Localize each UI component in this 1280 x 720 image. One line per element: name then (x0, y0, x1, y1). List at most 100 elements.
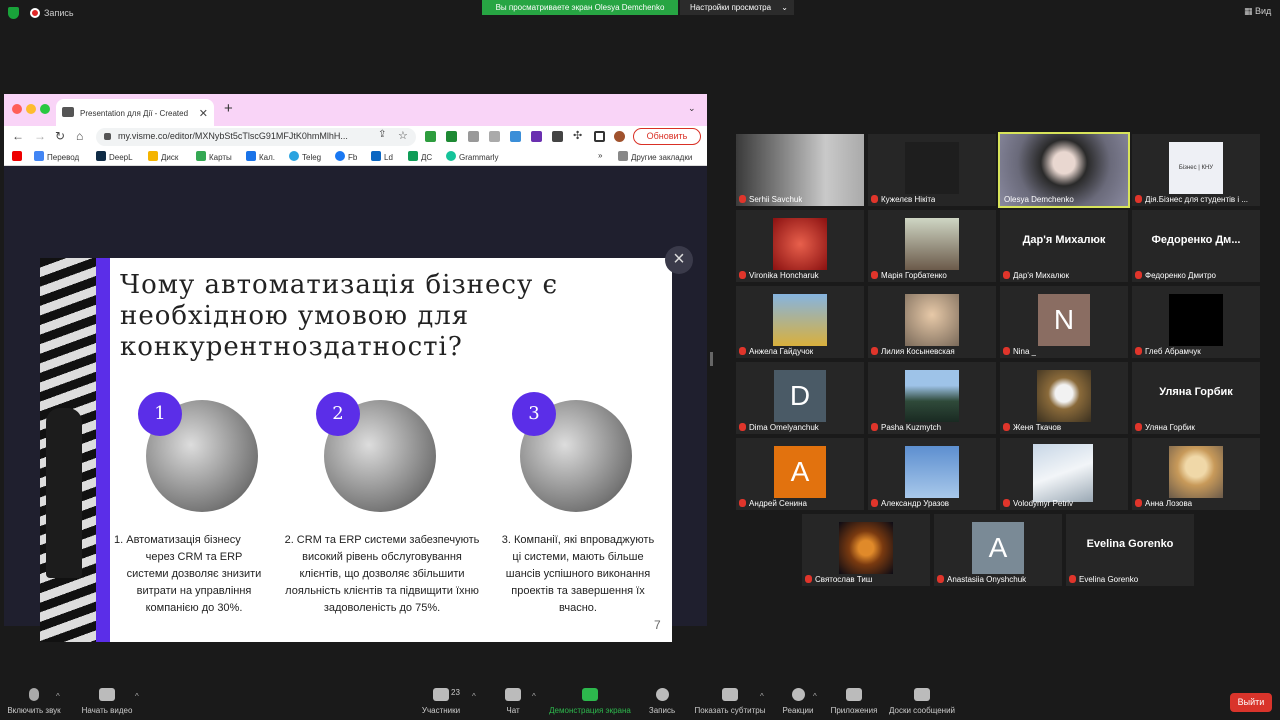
participant-tile[interactable]: Анжела Гайдучок (736, 286, 864, 358)
start-video-button[interactable]: Начать видео (78, 680, 136, 715)
participant-tile[interactable]: Федоренко Дм... Федоренко Дмитро (1132, 210, 1260, 282)
back-icon[interactable]: ← (12, 129, 24, 143)
whiteboards-button[interactable]: Доски сообщений (886, 680, 958, 715)
chevron-up-icon[interactable]: ^ (135, 692, 139, 701)
participant-tile[interactable]: Evelina Gorenko Evelina Gorenko (1066, 514, 1194, 586)
participant-tile[interactable]: Лилия Косыневская (868, 286, 996, 358)
extension-icon[interactable] (489, 131, 500, 142)
update-button[interactable]: Обновить (633, 128, 701, 145)
chevron-up-icon[interactable]: ^ (56, 692, 60, 701)
maximize-window-icon[interactable] (40, 104, 50, 114)
close-icon[interactable]: ✕ (199, 107, 208, 120)
calendar-icon (246, 151, 256, 161)
bookmark-item[interactable]: Перевод (34, 151, 79, 162)
participant-avatar (773, 294, 827, 346)
extension-icon[interactable] (531, 131, 542, 142)
new-tab-icon[interactable]: + (224, 100, 233, 117)
chevron-up-icon[interactable]: ^ (472, 692, 476, 701)
mic-muted-icon (871, 423, 878, 431)
participant-avatar (1033, 444, 1093, 502)
participant-tile[interactable]: Кужелєв Нікіта (868, 134, 996, 206)
profile-avatar[interactable] (614, 131, 625, 142)
unmute-button[interactable]: Включить звук (4, 680, 64, 715)
participant-name-display: Дар'я Михалюк (1022, 234, 1106, 246)
participant-tile[interactable]: Женя Ткачов (1000, 362, 1128, 434)
youtube-icon[interactable] (12, 151, 25, 162)
sidebar-icon[interactable] (594, 131, 605, 142)
participant-tile[interactable]: Vironika Honcharuk (736, 210, 864, 282)
participant-tile[interactable]: D Dima Omelyanchuk (736, 362, 864, 434)
folder-icon (618, 151, 628, 161)
home-icon[interactable]: ⌂ (76, 129, 83, 143)
participant-tile[interactable]: Бізнес | КНУ Дія.Бізнес для студентів і … (1132, 134, 1260, 206)
chevron-up-icon[interactable]: ^ (760, 692, 764, 701)
participant-tile[interactable]: Volodymyr Petriv (1000, 438, 1128, 510)
participant-tile-active-speaker[interactable]: Olesya Demchenko (998, 132, 1130, 208)
reactions-button[interactable]: Реакции (780, 680, 816, 715)
telegram-icon (289, 151, 299, 161)
participant-tile[interactable]: Святослав Тиш (802, 514, 930, 586)
bookmark-item[interactable]: Teleg (289, 151, 321, 162)
participant-tile[interactable]: Александр Уразов (868, 438, 996, 510)
extension-icon[interactable] (468, 131, 479, 142)
participant-tile[interactable]: Анна Лозова (1132, 438, 1260, 510)
browser-tab[interactable]: Presentation для Дії - Created ✕ (56, 99, 214, 126)
shield-icon[interactable] (8, 7, 19, 19)
close-window-icon[interactable] (12, 104, 22, 114)
participant-tile[interactable]: N Nina _ (1000, 286, 1128, 358)
captions-button[interactable]: Показать субтитры (692, 680, 768, 715)
chevron-down-icon: ⌄ (781, 3, 788, 12)
bookmark-item[interactable]: Fb (335, 151, 357, 162)
participant-tile[interactable]: A Anastasiia Onyshchuk (934, 514, 1062, 586)
chevron-up-icon[interactable]: ^ (813, 692, 817, 701)
extension-icon[interactable] (446, 131, 457, 142)
minimize-window-icon[interactable] (26, 104, 36, 114)
record-button[interactable]: Запись (646, 680, 678, 715)
star-icon[interactable]: ☆ (398, 129, 408, 142)
bookmark-item[interactable]: Карты (196, 151, 232, 162)
other-bookmarks[interactable]: Другие закладки (618, 151, 692, 162)
participant-tile[interactable]: A Андрей Сенина (736, 438, 864, 510)
mic-muted-icon (739, 347, 746, 355)
extension-icon[interactable] (510, 131, 521, 142)
extension-icon[interactable] (425, 131, 436, 142)
mic-muted-icon (871, 271, 878, 279)
leave-button[interactable]: Выйти (1230, 693, 1272, 712)
bookmarks-more-button[interactable]: » (598, 151, 602, 160)
share-icon[interactable]: ⇪ (378, 129, 386, 140)
chat-button[interactable]: Чат (500, 680, 526, 715)
participant-tile[interactable]: Serhii Savchuk (736, 134, 864, 206)
url-input[interactable]: my.visme.co/editor/MXNybSt5cTlscG91MFJtK… (96, 128, 416, 146)
split-divider-handle[interactable] (710, 352, 713, 366)
bookmark-item[interactable]: Grammarly (446, 151, 499, 162)
participant-initial-avatar: A (972, 522, 1024, 574)
participants-button[interactable]: Участники (416, 680, 466, 715)
participant-avatar (1037, 370, 1091, 422)
participant-tile[interactable]: Дар'я Михалюк Дар'я Михалюк (1000, 210, 1128, 282)
view-button[interactable]: ▦ Вид (1244, 6, 1271, 17)
apps-button[interactable]: Приложения (828, 680, 880, 715)
diia-logo: Бізнес | КНУ (1169, 142, 1223, 194)
chevron-up-icon[interactable]: ^ (532, 692, 536, 701)
bookmark-item[interactable]: Ld (371, 151, 393, 162)
chevron-down-icon[interactable]: ⌄ (688, 103, 696, 114)
bookmark-item[interactable]: DeepL (96, 151, 133, 162)
participant-tile[interactable]: Марія Горбатенко (868, 210, 996, 282)
view-settings-button[interactable]: Настройки просмотра ⌄ (680, 0, 794, 15)
puzzle-icon[interactable]: ✣ (573, 129, 582, 142)
bookmark-item[interactable]: Кал. (246, 151, 275, 162)
mic-muted-icon (871, 499, 878, 507)
close-icon[interactable]: × (665, 246, 693, 274)
participant-tile[interactable]: Уляна Горбик Уляна Горбик (1132, 362, 1260, 434)
bookmark-item[interactable]: Диск (148, 151, 178, 162)
bookmark-item[interactable]: ДС (408, 151, 432, 162)
forward-icon[interactable]: → (34, 129, 46, 143)
reload-icon[interactable]: ↻ (55, 129, 65, 143)
maps-icon (196, 151, 206, 161)
share-screen-button[interactable]: Демонстрация экрана (546, 680, 634, 715)
participant-tile[interactable]: Pasha Kuzmytch (868, 362, 996, 434)
mic-muted-icon (1135, 423, 1142, 431)
extension-icon[interactable] (552, 131, 563, 142)
mic-muted-icon (1135, 271, 1142, 279)
participant-tile[interactable]: Глеб Абрамчук (1132, 286, 1260, 358)
